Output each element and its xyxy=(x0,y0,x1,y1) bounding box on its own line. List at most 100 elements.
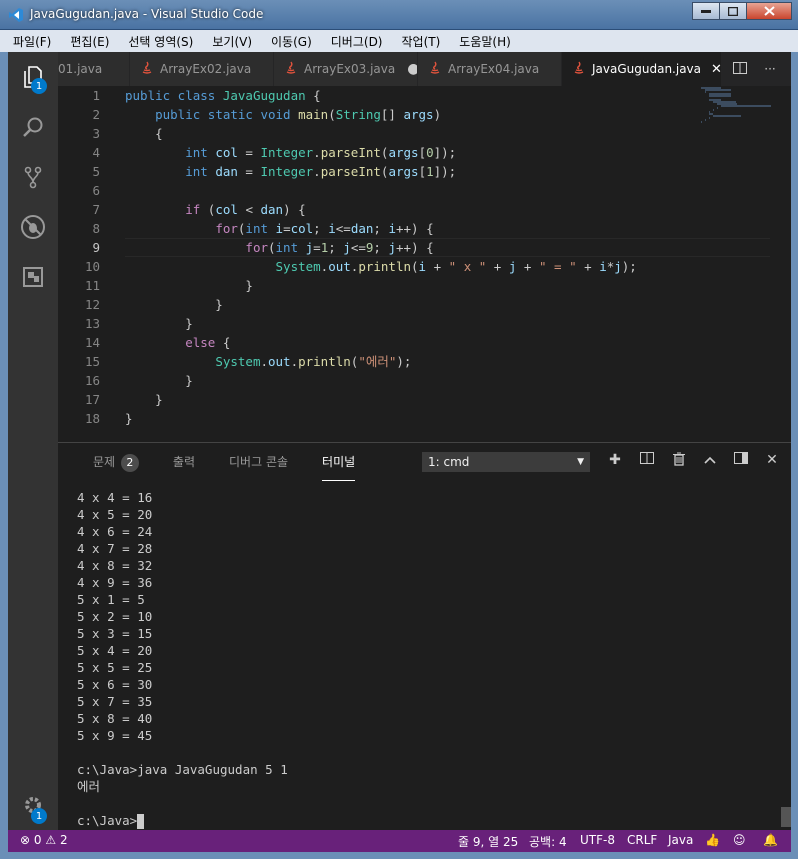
tab-01-java[interactable]: 01.java xyxy=(58,52,130,86)
smiley-icon[interactable]: ☺ xyxy=(733,833,746,847)
minimize-button[interactable] xyxy=(692,2,720,20)
indentation[interactable]: 공백: 4 xyxy=(529,833,567,850)
split-terminal-icon[interactable] xyxy=(637,452,657,468)
code-line[interactable]: 3 { xyxy=(58,124,738,143)
code-line[interactable]: 18} xyxy=(58,409,738,428)
java-file-icon xyxy=(140,61,154,78)
code-editor[interactable]: 1 public class JavaGugudan {2 public stat… xyxy=(58,86,791,442)
line-number: 10 xyxy=(84,259,100,274)
encoding[interactable]: UTF-8 xyxy=(580,833,615,847)
terminal-scrollbar[interactable] xyxy=(781,807,791,827)
maximize-panel-icon[interactable] xyxy=(700,452,720,468)
close-tab-icon[interactable]: ✕ xyxy=(711,62,721,77)
code-line[interactable]: 2 public static void main(String[] args) xyxy=(58,105,738,124)
code-text: int col = Integer.parseInt(args[0]); xyxy=(185,145,457,160)
code-text: System.out.println(i + " x " + j + " = "… xyxy=(275,259,637,274)
menu-help[interactable]: 도움말(H) xyxy=(459,33,511,50)
tab-arrayex03[interactable]: ArrayEx03.java ● xyxy=(274,52,418,86)
debug-button[interactable] xyxy=(8,202,58,252)
code-line[interactable]: 6 xyxy=(58,181,738,200)
tab-debug-console[interactable]: 디버그 콘솔 xyxy=(229,443,288,481)
split-editor-icon[interactable] xyxy=(725,61,755,77)
bell-icon[interactable]: 🔔 xyxy=(763,833,778,847)
editor-tab-bar: 01.java ArrayEx02.java ArrayEx03.java ● A… xyxy=(58,52,791,86)
maximize-button[interactable] xyxy=(719,2,747,20)
close-panel-icon[interactable]: ✕ xyxy=(762,452,782,468)
explorer-button[interactable]: 1 xyxy=(8,52,58,102)
menu-view[interactable]: 보기(V) xyxy=(212,33,252,50)
modified-dot-icon[interactable]: ● xyxy=(407,61,417,77)
line-number: 4 xyxy=(92,145,100,160)
line-number: 13 xyxy=(84,316,100,331)
menu-file[interactable]: 파일(F) xyxy=(13,33,51,50)
code-line[interactable]: 13 } xyxy=(58,314,738,333)
tab-output[interactable]: 출력 xyxy=(173,443,195,481)
code-line[interactable]: 12 } xyxy=(58,295,738,314)
manage-button[interactable]: 1 xyxy=(8,780,58,830)
line-number: 17 xyxy=(84,392,100,407)
code-line[interactable]: 9 for(int j=1; j<=9; j++) { xyxy=(58,238,738,257)
feedback-icon[interactable]: 👍 xyxy=(705,833,720,847)
extensions-button[interactable] xyxy=(8,252,58,302)
line-ending[interactable]: CRLF xyxy=(627,833,657,847)
line-number: 14 xyxy=(84,335,100,350)
terminal-output[interactable]: 4 x 4 = 16 4 x 5 = 20 4 x 6 = 24 4 x 7 = 28… xyxy=(77,489,288,829)
tab-terminal[interactable]: 터미널 xyxy=(322,443,356,481)
new-terminal-icon[interactable]: ✚ xyxy=(605,452,625,468)
terminal-line: 5 x 6 = 30 xyxy=(77,677,153,692)
code-line[interactable]: 5 int dan = Integer.parseInt(args[1]); xyxy=(58,162,738,181)
terminal-selector-value: 1: cmd xyxy=(428,455,470,469)
tab-arrayex04[interactable]: ArrayEx04.java xyxy=(418,52,562,86)
code-line[interactable]: 11 } xyxy=(58,276,738,295)
search-icon xyxy=(23,117,43,137)
code-text: System.out.println("에러"); xyxy=(215,354,412,369)
code-line[interactable]: 4 int col = Integer.parseInt(args[0]); xyxy=(58,143,738,162)
code-line[interactable]: 16 } xyxy=(58,371,738,390)
code-text: { xyxy=(125,126,163,141)
problems-status[interactable]: ⊗ 0 ⚠ 2 xyxy=(20,833,68,847)
menu-bar: 파일(F) 편집(E) 선택 영역(S) 보기(V) 이동(G) 디버그(D) … xyxy=(0,30,798,52)
tab-problems[interactable]: 문제 2 xyxy=(93,443,139,481)
terminal-line: 4 x 8 = 32 xyxy=(77,558,153,573)
terminal-line: 4 x 4 = 16 xyxy=(77,490,153,505)
line-number: 9 xyxy=(92,240,100,255)
close-window-button[interactable] xyxy=(746,2,792,20)
menu-selection[interactable]: 선택 영역(S) xyxy=(128,33,193,50)
tab-javagugudan[interactable]: JavaGugudan.java ✕ xyxy=(562,52,722,86)
code-text: } xyxy=(125,297,223,312)
trash-icon[interactable] xyxy=(669,452,689,470)
line-number: 18 xyxy=(84,411,100,426)
code-line[interactable]: 17 } xyxy=(58,390,738,409)
tab-arrayex02[interactable]: ArrayEx02.java xyxy=(130,52,274,86)
code-text: } xyxy=(125,316,193,331)
code-line[interactable]: 1 public class JavaGugudan { xyxy=(58,86,738,105)
search-button[interactable] xyxy=(8,102,58,152)
code-line[interactable]: 14 else { xyxy=(58,333,738,352)
tab-label: ArrayEx02.java xyxy=(160,62,252,76)
explorer-badge: 1 xyxy=(31,78,47,94)
manage-badge: 1 xyxy=(31,808,47,824)
chevron-down-icon: ▼ xyxy=(577,457,584,467)
code-line[interactable]: 8 for(int i=col; i<=dan; i++) { xyxy=(58,219,738,238)
panel-layout-icon[interactable] xyxy=(731,452,751,468)
window-frame-right xyxy=(791,52,798,859)
menu-go[interactable]: 이동(G) xyxy=(271,33,312,50)
menu-debug[interactable]: 디버그(D) xyxy=(331,33,383,50)
line-number: 5 xyxy=(92,164,100,179)
code-line[interactable]: 15 System.out.println("에러"); xyxy=(58,352,738,371)
terminal-line: 5 x 2 = 10 xyxy=(77,609,153,624)
menu-tasks[interactable]: 작업(T) xyxy=(402,33,441,50)
language-mode[interactable]: Java xyxy=(668,833,693,847)
source-control-button[interactable] xyxy=(8,152,58,202)
menu-edit[interactable]: 편집(E) xyxy=(70,33,109,50)
terminal-line: 5 x 9 = 45 xyxy=(77,728,153,743)
line-number: 7 xyxy=(92,202,100,217)
code-line[interactable]: 10 System.out.println(i + " x " + j + " … xyxy=(58,257,738,276)
cursor-position[interactable]: 줄 9, 열 25 xyxy=(458,833,518,850)
code-line[interactable]: 7 if (col < dan) { xyxy=(58,200,738,219)
terminal-selector[interactable]: 1: cmd ▼ xyxy=(422,452,590,472)
java-file-icon xyxy=(284,61,298,78)
line-number: 6 xyxy=(92,183,100,198)
more-actions-icon[interactable]: ··· xyxy=(755,62,785,76)
